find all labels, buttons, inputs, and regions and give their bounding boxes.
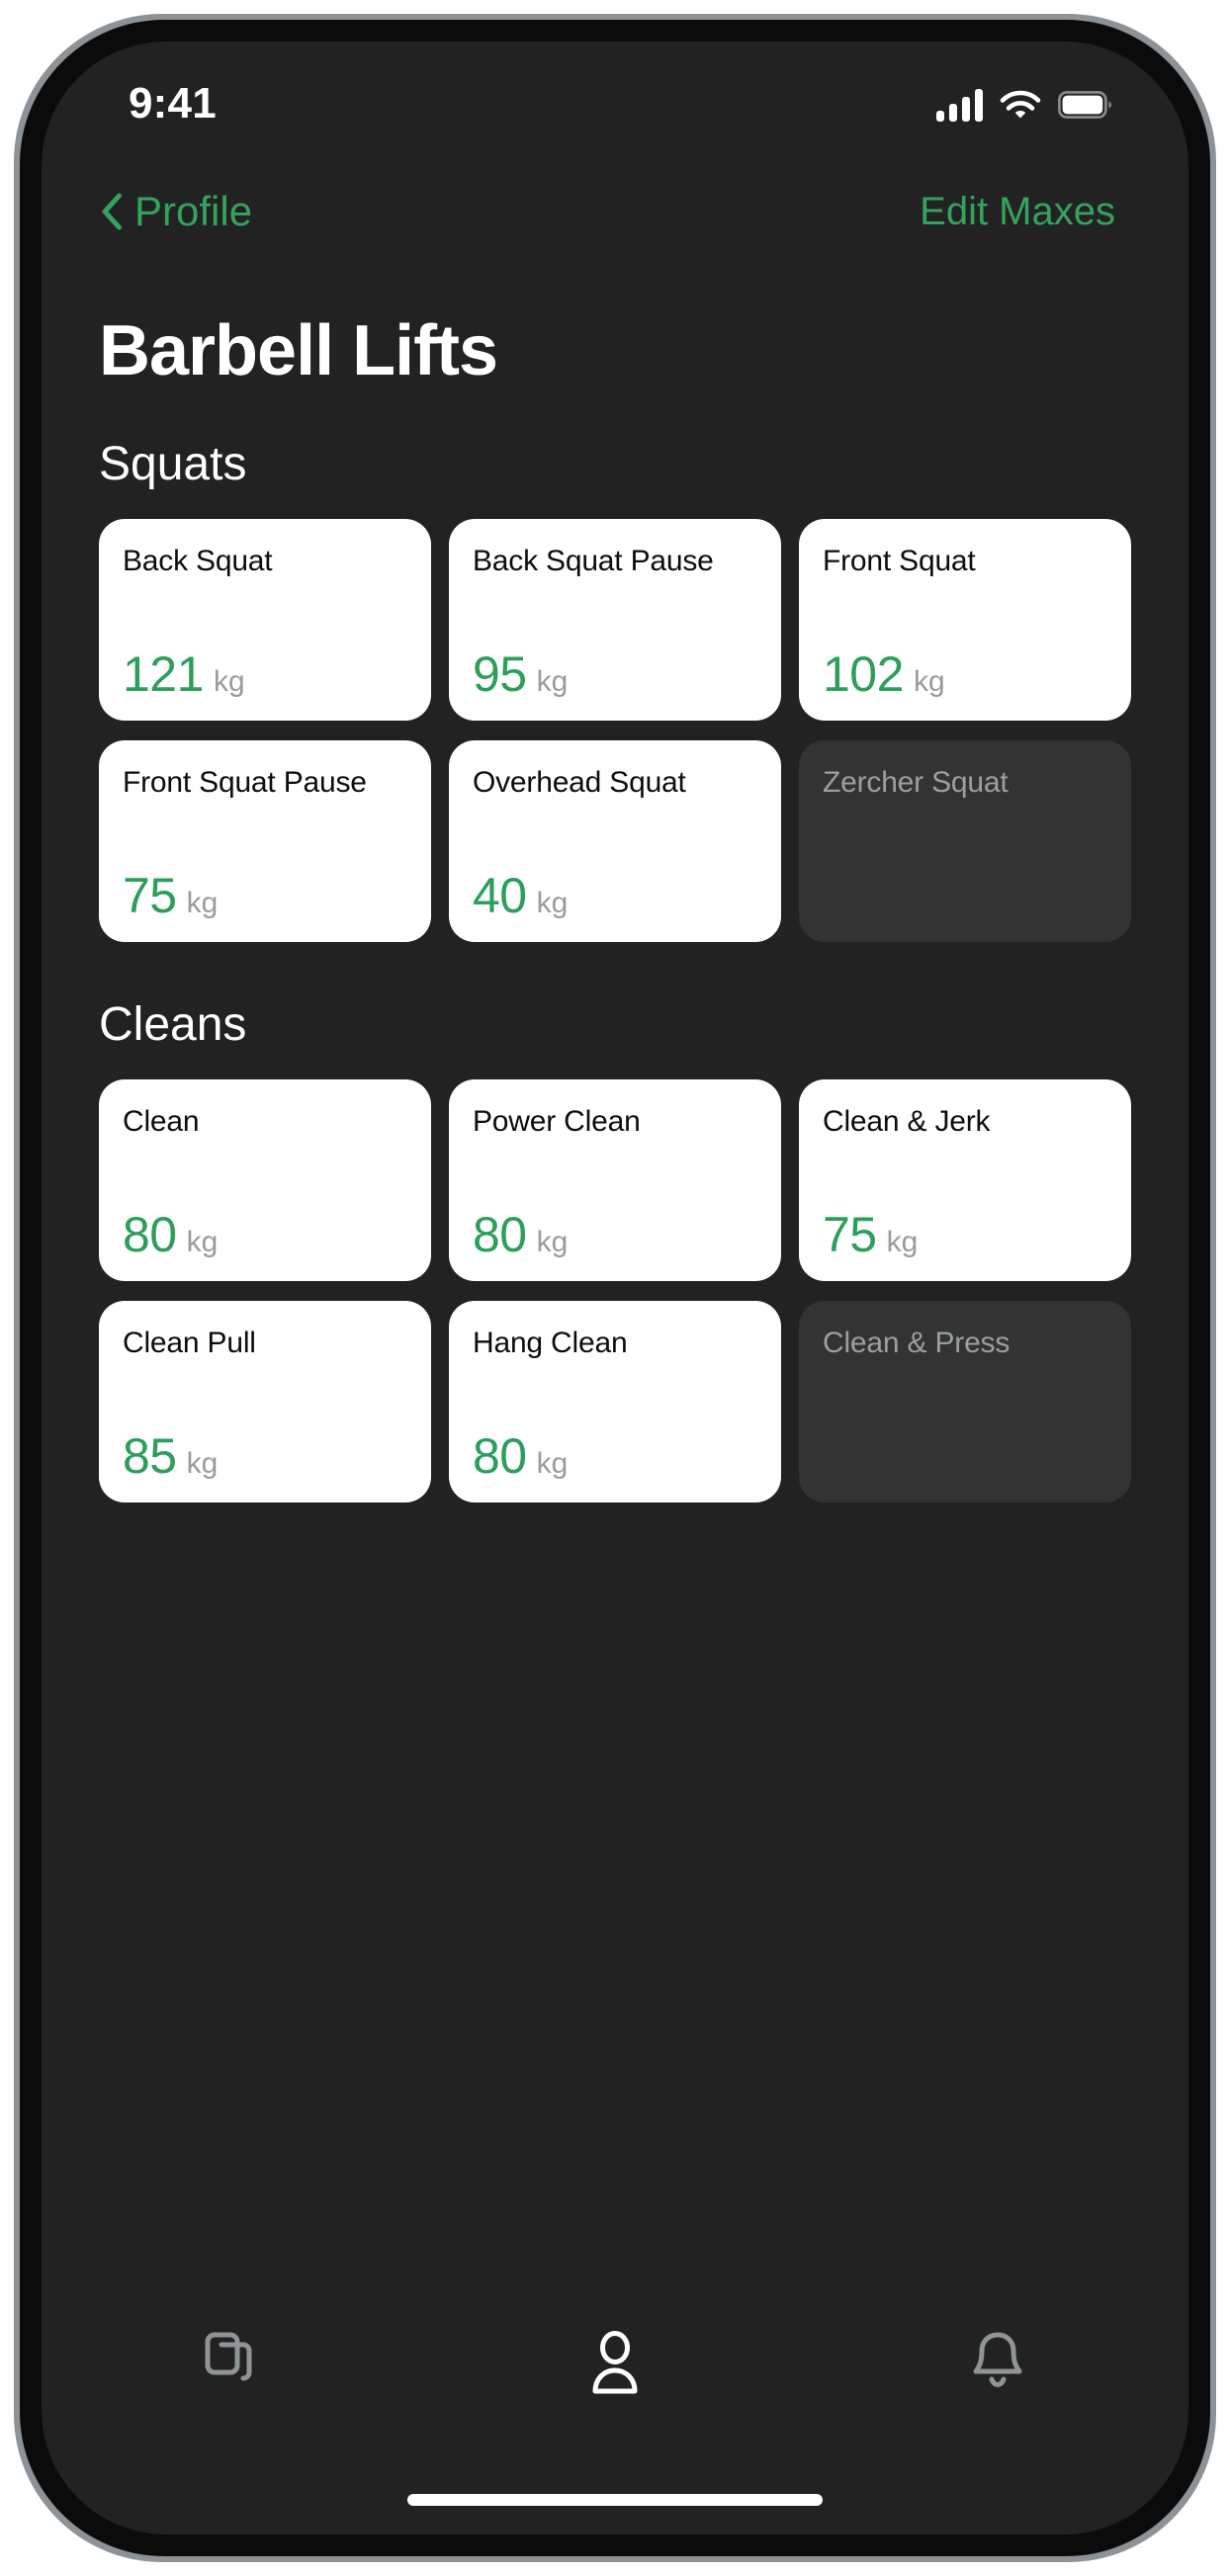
tab-profile[interactable] (546, 2315, 684, 2410)
person-icon (586, 2330, 644, 2395)
lift-card[interactable]: Clean Pull 85 kg (99, 1301, 431, 1503)
lift-card[interactable]: Hang Clean 80 kg (449, 1301, 781, 1503)
lift-card-unit: kg (536, 1226, 569, 1258)
lift-card-value: 102 kg (823, 649, 1107, 699)
lift-card-value: 80 kg (473, 1210, 757, 1259)
lift-card[interactable]: Clean 80 kg (99, 1079, 431, 1281)
lift-card-number: 80 (473, 1207, 527, 1262)
page-title: Barbell Lifts (99, 311, 498, 390)
phone-frame: 9:41 Profile Edit Maxes Barbell Lifts Sq… (14, 14, 1216, 2562)
lift-card-number: 102 (823, 646, 904, 702)
lift-card-value: 75 kg (823, 1210, 1107, 1259)
lift-card[interactable]: Front Squat Pause 75 kg (99, 740, 431, 942)
tab-workouts[interactable] (163, 2315, 302, 2410)
lift-card-number: 85 (123, 1428, 177, 1484)
lift-card-name: Back Squat (123, 545, 273, 577)
lift-card-number: 75 (123, 868, 177, 923)
lift-card-unit: kg (886, 1226, 919, 1258)
chevron-left-icon (101, 193, 123, 230)
lift-card-unit: kg (186, 1447, 219, 1480)
navigation-bar: Profile Edit Maxes (42, 160, 1188, 263)
status-bar: 9:41 (42, 42, 1188, 160)
lift-card[interactable]: Back Squat Pause 95 kg (449, 519, 781, 721)
lift-card-name: Zercher Squat (823, 766, 1009, 799)
lift-card-unit: kg (536, 665, 569, 698)
lift-card-empty[interactable]: Clean & Press (799, 1301, 1131, 1503)
lift-card-number: 80 (473, 1428, 527, 1484)
screenshot-stage: 9:41 Profile Edit Maxes Barbell Lifts Sq… (0, 0, 1230, 2576)
back-button[interactable]: Profile (101, 188, 252, 235)
lift-card-number: 95 (473, 646, 527, 702)
lifts-scroll-content[interactable]: Barbell Lifts Squats Back Squat 121 kg B… (42, 263, 1188, 2297)
tab-bar (42, 2297, 1188, 2465)
lift-card-unit: kg (536, 1447, 569, 1480)
home-indicator[interactable] (407, 2494, 823, 2506)
lift-card[interactable]: Power Clean 80 kg (449, 1079, 781, 1281)
lift-card-name: Hang Clean (473, 1327, 628, 1359)
lift-card-unit: kg (213, 665, 245, 698)
lift-card[interactable]: Front Squat 102 kg (799, 519, 1131, 721)
lift-card-name: Clean (123, 1105, 200, 1138)
lift-card-empty[interactable]: Zercher Squat (799, 740, 1131, 942)
lift-card-value: 85 kg (123, 1431, 407, 1481)
wifi-icon (1000, 89, 1041, 121)
lift-card[interactable]: Clean & Jerk 75 kg (799, 1079, 1131, 1281)
lift-card-value: 40 kg (473, 871, 757, 920)
lift-card[interactable]: Back Squat 121 kg (99, 519, 431, 721)
lift-card-value: 80 kg (473, 1431, 757, 1481)
lift-card-grid: Clean 80 kg Power Clean 80 kg Clean & Je… (99, 1079, 1131, 1503)
section-cleans: Cleans Clean 80 kg Power Clean 80 kg Cle… (99, 997, 1131, 1503)
tab-notifications[interactable] (928, 2315, 1067, 2410)
status-time: 9:41 (129, 79, 217, 128)
section-squats: Squats Back Squat 121 kg Back Squat Paus… (99, 437, 1131, 942)
lift-card-grid: Back Squat 121 kg Back Squat Pause 95 kg… (99, 519, 1131, 942)
lift-card-number: 80 (123, 1207, 177, 1262)
signal-bars-icon (936, 88, 983, 122)
section-title: Cleans (99, 998, 247, 1051)
lift-card-unit: kg (536, 887, 569, 919)
lift-card-value: 95 kg (473, 649, 757, 699)
home-indicator-area (42, 2465, 1188, 2534)
lift-card-name: Clean & Press (823, 1327, 1010, 1359)
lift-card-name: Front Squat (823, 545, 976, 577)
lift-card-unit: kg (186, 887, 219, 919)
lift-card[interactable]: Overhead Squat 40 kg (449, 740, 781, 942)
battery-icon (1058, 91, 1111, 119)
phone-bezel: 9:41 Profile Edit Maxes Barbell Lifts Sq… (20, 20, 1210, 2556)
section-title: Squats (99, 438, 247, 490)
lift-card-value: 121 kg (123, 649, 407, 699)
lift-card-name: Front Squat Pause (123, 766, 367, 799)
lift-card-value: 80 kg (123, 1210, 407, 1259)
lift-card-number: 75 (823, 1207, 877, 1262)
cards-stack-icon (202, 2331, 263, 2394)
lift-card-name: Clean & Jerk (823, 1105, 991, 1138)
lift-card-unit: kg (186, 1226, 219, 1258)
lift-card-name: Clean Pull (123, 1327, 256, 1359)
back-button-label: Profile (134, 188, 253, 234)
lift-card-name: Power Clean (473, 1105, 641, 1138)
bell-icon (969, 2330, 1026, 2395)
edit-maxes-button[interactable]: Edit Maxes (920, 190, 1115, 234)
lift-card-value: 75 kg (123, 871, 407, 920)
lift-card-name: Overhead Squat (473, 766, 686, 799)
lift-card-unit: kg (913, 665, 945, 698)
phone-screen: 9:41 Profile Edit Maxes Barbell Lifts Sq… (42, 42, 1188, 2534)
status-indicators (936, 80, 1111, 122)
lift-card-number: 40 (473, 868, 527, 923)
lift-card-number: 121 (123, 646, 204, 702)
lift-card-name: Back Squat Pause (473, 545, 714, 577)
